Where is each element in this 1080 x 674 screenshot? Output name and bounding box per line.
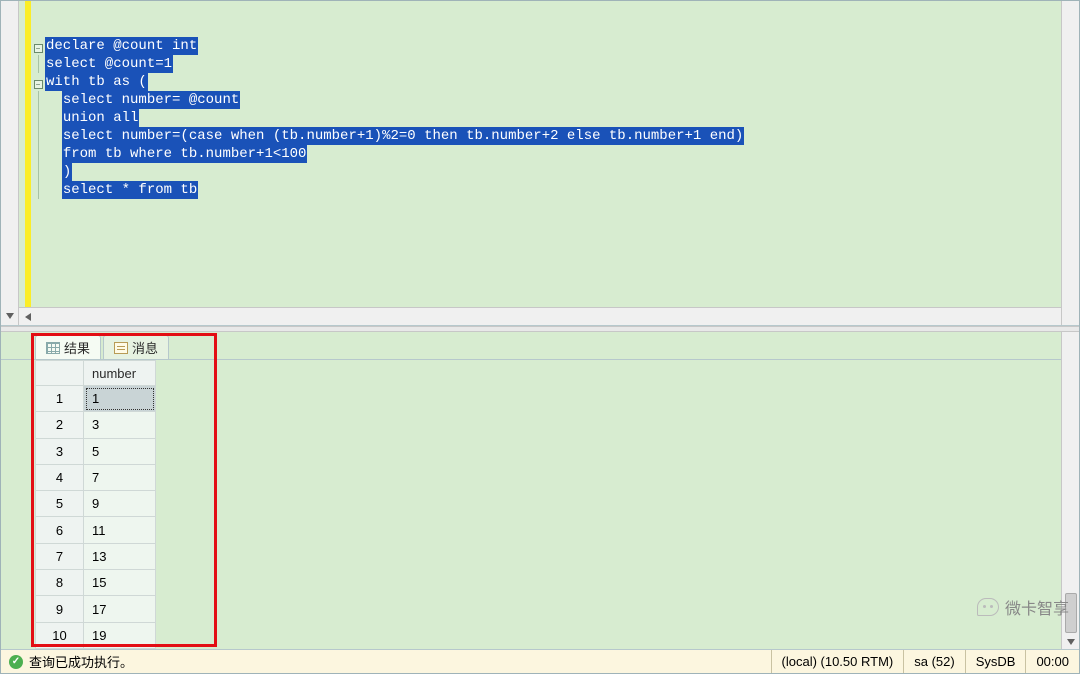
grid-cell[interactable]: 5 <box>84 438 156 464</box>
row-header[interactable]: 7 <box>36 543 84 569</box>
code-line[interactable]: from tb where tb.number+1<100 <box>45 145 1061 163</box>
row-header[interactable]: 9 <box>36 596 84 622</box>
row-header[interactable]: 10 <box>36 622 84 648</box>
status-message-area: ✓ 查询已成功执行。 <box>1 650 771 673</box>
scroll-down-arrow-icon <box>6 313 14 319</box>
status-bar: ✓ 查询已成功执行。 (local) (10.50 RTM) sa (52) S… <box>1 649 1079 673</box>
tab-results-label: 结果 <box>64 338 90 357</box>
tab-messages-label: 消息 <box>132 338 158 357</box>
fold-toggle[interactable]: − <box>34 44 43 53</box>
wechat-icon <box>977 598 999 616</box>
tab-messages[interactable]: 消息 <box>103 335 169 359</box>
success-icon: ✓ <box>9 655 23 669</box>
code-line[interactable]: with tb as ( <box>45 73 1061 91</box>
grid-cell[interactable]: 17 <box>84 596 156 622</box>
editor-lines[interactable]: −− declare @count intselect @count=1with… <box>19 1 1061 307</box>
editor-pane: −− declare @count intselect @count=1with… <box>1 1 1079 326</box>
table-row[interactable]: 917 <box>36 596 156 622</box>
status-server: (local) (10.50 RTM) <box>771 650 904 673</box>
editor-vertical-scrollbar[interactable] <box>1061 1 1079 325</box>
table-row[interactable]: 1019 <box>36 622 156 648</box>
table-row[interactable]: 35 <box>36 438 156 464</box>
table-row[interactable]: 713 <box>36 543 156 569</box>
editor-body: −− declare @count intselect @count=1with… <box>19 1 1061 325</box>
results-grid-area: number 11233547596117138159171019 <box>1 360 1061 649</box>
grid-cell[interactable]: 13 <box>84 543 156 569</box>
code-line[interactable]: select @count=1 <box>45 55 1061 73</box>
fold-toggle[interactable]: − <box>34 80 43 89</box>
code-line[interactable]: declare @count int <box>45 37 1061 55</box>
grid-cell[interactable]: 15 <box>84 570 156 596</box>
editor-fold-column[interactable]: −− <box>31 1 45 307</box>
grid-cell[interactable]: 1 <box>84 386 156 412</box>
grid-cell[interactable]: 3 <box>84 412 156 438</box>
grid-cell[interactable]: 19 <box>84 622 156 648</box>
app-root: −− declare @count intselect @count=1with… <box>0 0 1080 674</box>
results-grid[interactable]: number 11233547596117138159171019 <box>35 360 156 649</box>
results-pane: 结果 消息 number <box>1 332 1079 649</box>
table-row[interactable]: 815 <box>36 570 156 596</box>
grid-cell[interactable]: 9 <box>84 491 156 517</box>
watermark-text: 微卡智享 <box>1005 595 1069 619</box>
grid-column-header[interactable]: number <box>84 361 156 386</box>
row-header[interactable]: 2 <box>36 412 84 438</box>
row-header[interactable]: 4 <box>36 464 84 490</box>
code-line[interactable]: union all <box>45 109 1061 127</box>
editor-code[interactable]: declare @count intselect @count=1with tb… <box>45 1 1061 307</box>
table-row[interactable]: 59 <box>36 491 156 517</box>
results-tabs: 结果 消息 <box>1 332 1061 360</box>
status-user: sa (52) <box>903 650 964 673</box>
row-header[interactable]: 5 <box>36 491 84 517</box>
grid-cell[interactable]: 11 <box>84 517 156 543</box>
watermark: 微卡智享 <box>977 595 1069 619</box>
table-row[interactable]: 47 <box>36 464 156 490</box>
editor-horizontal-scrollbar[interactable] <box>19 307 1061 325</box>
code-line[interactable]: select number=(case when (tb.number+1)%2… <box>45 127 1061 145</box>
grid-cell[interactable]: 7 <box>84 464 156 490</box>
table-row[interactable]: 11 <box>36 386 156 412</box>
status-message: 查询已成功执行。 <box>29 652 133 671</box>
status-time: 00:00 <box>1025 650 1079 673</box>
message-icon <box>114 342 128 354</box>
row-header[interactable]: 6 <box>36 517 84 543</box>
scroll-down-arrow-icon <box>1067 639 1075 645</box>
scroll-left-arrow-icon <box>25 313 31 321</box>
row-header[interactable]: 1 <box>36 386 84 412</box>
editor-left-scroll[interactable] <box>1 1 19 325</box>
table-row[interactable]: 23 <box>36 412 156 438</box>
code-line[interactable]: select number= @count <box>45 91 1061 109</box>
table-row[interactable]: 611 <box>36 517 156 543</box>
code-line[interactable]: select * from tb <box>45 181 1061 199</box>
grid-corner[interactable] <box>36 361 84 386</box>
status-db: SysDB <box>965 650 1026 673</box>
tab-results[interactable]: 结果 <box>35 335 101 359</box>
row-header[interactable]: 3 <box>36 438 84 464</box>
code-line[interactable]: ) <box>45 163 1061 181</box>
grid-icon <box>46 342 60 354</box>
row-header[interactable]: 8 <box>36 570 84 596</box>
